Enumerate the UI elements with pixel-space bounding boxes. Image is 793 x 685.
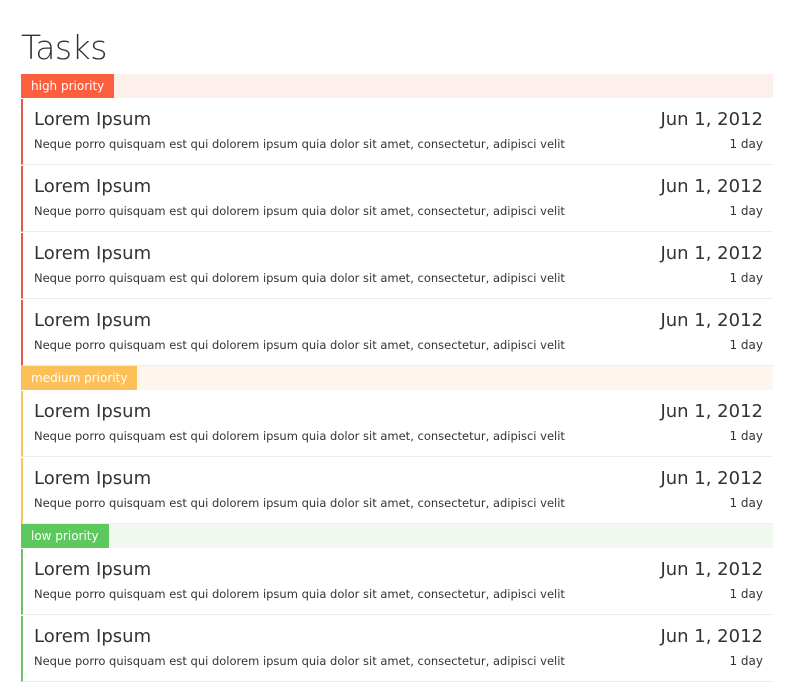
- tasks-page: Tasks high priority Lorem Ipsum Neque po…: [0, 0, 793, 682]
- task-description: Neque porro quisquam est qui dolorem ips…: [34, 338, 565, 352]
- group-header: low priority: [21, 524, 773, 548]
- task-item[interactable]: Lorem Ipsum Neque porro quisquam est qui…: [21, 99, 773, 165]
- task-title: Lorem Ipsum: [34, 559, 152, 580]
- task-description: Neque porro quisquam est qui dolorem ips…: [34, 587, 565, 601]
- task-description: Neque porro quisquam est qui dolorem ips…: [34, 496, 565, 510]
- task-item[interactable]: Lorem Ipsum Neque porro quisquam est qui…: [21, 166, 773, 232]
- task-duration: 1 day: [729, 587, 763, 601]
- task-item[interactable]: Lorem Ipsum Neque porro quisquam est qui…: [21, 549, 773, 615]
- task-description: Neque porro quisquam est qui dolorem ips…: [34, 271, 565, 285]
- task-date: Jun 1, 2012: [660, 559, 763, 580]
- task-duration: 1 day: [729, 204, 763, 218]
- task-item[interactable]: Lorem Ipsum Neque porro quisquam est qui…: [21, 616, 773, 682]
- group-high-priority: high priority Lorem Ipsum Neque porro qu…: [21, 74, 773, 366]
- task-duration: 1 day: [729, 496, 763, 510]
- task-duration: 1 day: [729, 654, 763, 668]
- task-title: Lorem Ipsum: [34, 468, 152, 489]
- task-duration: 1 day: [729, 271, 763, 285]
- task-duration: 1 day: [729, 137, 763, 151]
- task-date: Jun 1, 2012: [660, 310, 763, 331]
- task-date: Jun 1, 2012: [660, 401, 763, 422]
- task-description: Neque porro quisquam est qui dolorem ips…: [34, 429, 565, 443]
- page-title: Tasks: [21, 28, 107, 67]
- priority-badge: low priority: [21, 524, 109, 548]
- task-description: Neque porro quisquam est qui dolorem ips…: [34, 204, 565, 218]
- task-title: Lorem Ipsum: [34, 243, 152, 264]
- task-title: Lorem Ipsum: [34, 310, 152, 331]
- task-title: Lorem Ipsum: [34, 176, 152, 197]
- task-description: Neque porro quisquam est qui dolorem ips…: [34, 137, 565, 151]
- task-item[interactable]: Lorem Ipsum Neque porro quisquam est qui…: [21, 391, 773, 457]
- task-date: Jun 1, 2012: [660, 243, 763, 264]
- task-date: Jun 1, 2012: [660, 626, 763, 647]
- task-duration: 1 day: [729, 429, 763, 443]
- task-date: Jun 1, 2012: [660, 468, 763, 489]
- task-description: Neque porro quisquam est qui dolorem ips…: [34, 654, 565, 668]
- task-title: Lorem Ipsum: [34, 401, 152, 422]
- task-item[interactable]: Lorem Ipsum Neque porro quisquam est qui…: [21, 233, 773, 299]
- task-title: Lorem Ipsum: [34, 626, 152, 647]
- task-item[interactable]: Lorem Ipsum Neque porro quisquam est qui…: [21, 458, 773, 524]
- task-date: Jun 1, 2012: [660, 176, 763, 197]
- task-item[interactable]: Lorem Ipsum Neque porro quisquam est qui…: [21, 300, 773, 366]
- priority-badge: high priority: [21, 74, 115, 98]
- priority-badge: medium priority: [21, 366, 138, 390]
- group-header: high priority: [21, 74, 773, 98]
- group-header: medium priority: [21, 366, 773, 390]
- group-low-priority: low priority Lorem Ipsum Neque porro qui…: [21, 524, 773, 682]
- task-title: Lorem Ipsum: [34, 109, 152, 130]
- task-date: Jun 1, 2012: [660, 109, 763, 130]
- task-duration: 1 day: [729, 338, 763, 352]
- group-medium-priority: medium priority Lorem Ipsum Neque porro …: [21, 366, 773, 524]
